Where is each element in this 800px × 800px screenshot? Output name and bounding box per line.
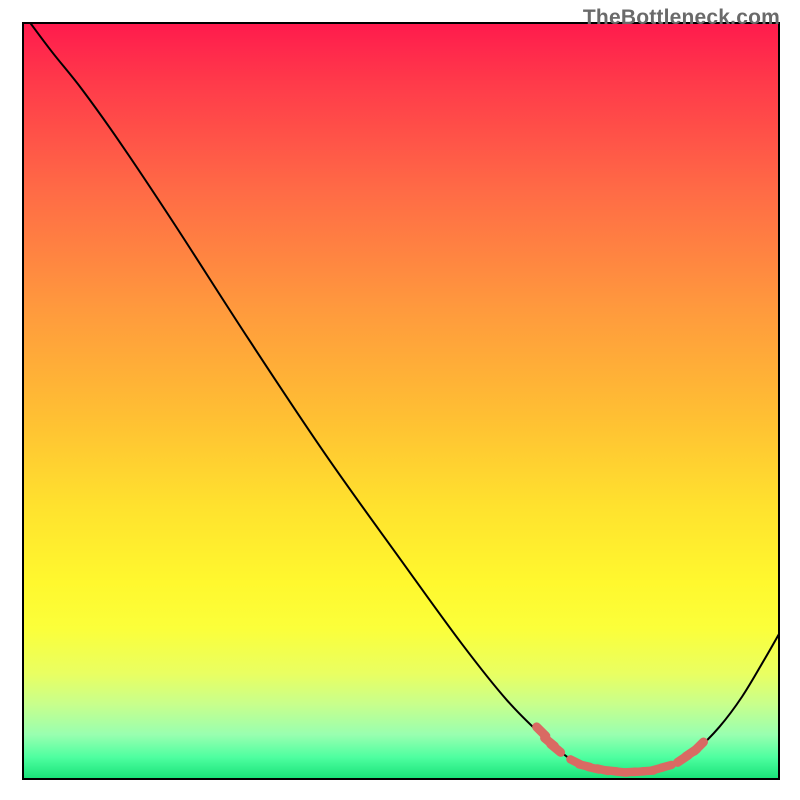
- chart-stage: TheBottleneck.com: [0, 0, 800, 800]
- watermark-text: TheBottleneck.com: [583, 6, 780, 30]
- plot-border: [22, 22, 780, 780]
